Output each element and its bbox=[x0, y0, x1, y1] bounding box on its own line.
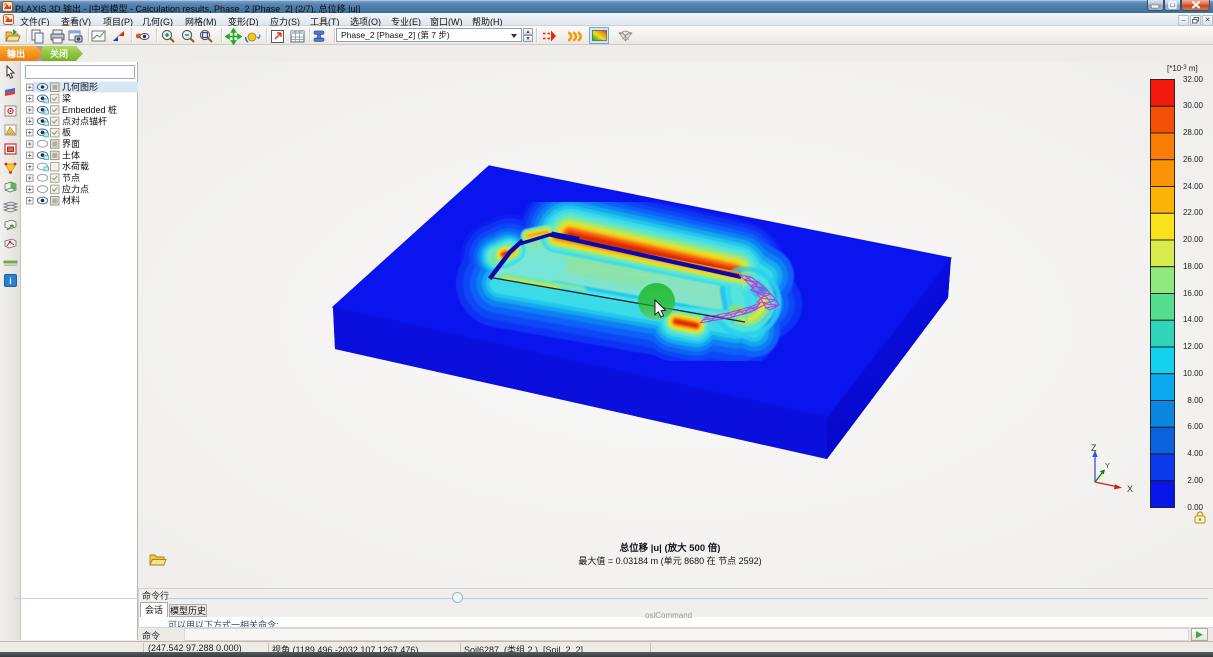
svg-text:梁: 梁 bbox=[62, 93, 71, 104]
svg-text:节点: 节点 bbox=[62, 173, 80, 183]
svg-text:Y: Y bbox=[1105, 463, 1110, 470]
svg-text:Z: Z bbox=[1091, 443, 1097, 453]
svg-text:材料: 材料 bbox=[62, 195, 80, 206]
svg-text:板: 板 bbox=[62, 127, 71, 138]
svg-text:点对点锚杆: 点对点锚杆 bbox=[62, 115, 107, 126]
svg-text:输出: 输出 bbox=[7, 48, 25, 59]
svg-text:应力点: 应力点 bbox=[62, 183, 89, 194]
svg-text:关闭: 关闭 bbox=[50, 48, 68, 59]
svg-text:几何图形: 几何图形 bbox=[62, 81, 98, 92]
svg-text:i: i bbox=[9, 276, 12, 286]
svg-text:土体: 土体 bbox=[62, 149, 80, 160]
svg-text:水荷载: 水荷载 bbox=[62, 161, 89, 172]
svg-text:X: X bbox=[1127, 484, 1133, 494]
svg-text:界面: 界面 bbox=[62, 139, 80, 149]
svg-text:Embedded 桩: Embedded 桩 bbox=[62, 104, 117, 115]
